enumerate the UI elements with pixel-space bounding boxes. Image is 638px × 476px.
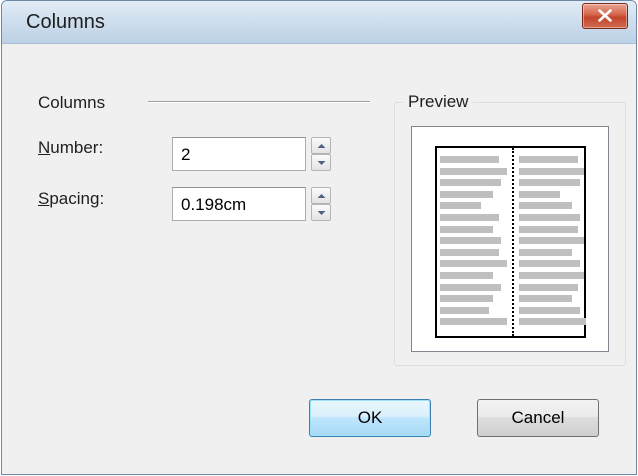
preview-text-line [440,167,507,175]
preview-text-line [519,248,572,256]
number-label: Number: [38,138,103,158]
columns-group-label: Columns [38,93,106,112]
preview-text-line [519,318,586,326]
preview-text-line [519,190,560,198]
column-divider [512,148,514,336]
preview-text-line [440,156,499,163]
spin-up-arrow-icon [317,194,326,198]
spacing-label-text: pacing: [49,189,105,208]
close-icon [598,9,612,22]
preview-text-line [440,190,493,198]
preview-text-line [519,295,572,303]
ok-button[interactable]: OK [309,399,431,437]
group-separator [148,101,370,103]
preview-text-line [440,272,493,279]
spin-down-arrow-icon [317,211,326,215]
number-input[interactable]: 2 [172,137,306,171]
preview-text-line [440,179,501,187]
spacing-label: Spacing: [38,189,104,209]
columns-dialog: Columns Columns Number: 2 Spacing: 0.198… [1,0,637,475]
cancel-button[interactable]: Cancel [477,399,599,437]
preview-text-line [519,237,584,245]
spin-down-arrow-icon [317,161,326,165]
dialog-content: Columns Number: 2 Spacing: 0.198cm Previ… [2,44,636,474]
spacing-spinner[interactable] [311,187,331,221]
number-spinner[interactable] [311,137,331,171]
preview-text-line [519,202,572,210]
preview-text-line [440,295,493,303]
preview-text-line [440,318,507,326]
spacing-spin-up-button[interactable] [311,187,331,204]
title-bar[interactable]: Columns [2,1,636,44]
spacing-label-mnemonic: S [38,189,50,208]
preview-text-line [519,156,578,163]
preview-text-line [519,214,580,221]
spacing-spin-down-button[interactable] [311,204,331,221]
preview-text-line [519,225,578,233]
preview-text-line [519,306,580,314]
preview-text-line [440,283,501,291]
preview-text-line [519,179,580,187]
number-spin-up-button[interactable] [311,137,331,154]
preview-text-line [440,237,501,245]
preview-text-line [440,248,499,256]
number-label-text: umber: [50,138,104,157]
preview-page [435,146,586,338]
preview-text-line [440,214,499,221]
preview-text-line [440,225,493,233]
preview-label: Preview [403,92,474,112]
number-spin-down-button[interactable] [311,154,331,171]
dialog-title: Columns [26,11,105,33]
preview-text-line [440,306,489,314]
preview-text-line [519,260,580,268]
preview-text-line [519,283,578,291]
number-label-mnemonic: N [38,138,51,157]
preview-frame [411,126,609,352]
preview-text-line [440,202,481,210]
preview-text-line [519,272,584,279]
spacing-input[interactable]: 0.198cm [172,187,306,221]
preview-text-line [440,260,507,268]
number-value: 2 [181,145,191,164]
spin-up-arrow-icon [317,144,326,148]
close-button[interactable] [582,3,628,29]
spacing-value: 0.198cm [181,195,247,214]
preview-text-line [519,167,584,175]
